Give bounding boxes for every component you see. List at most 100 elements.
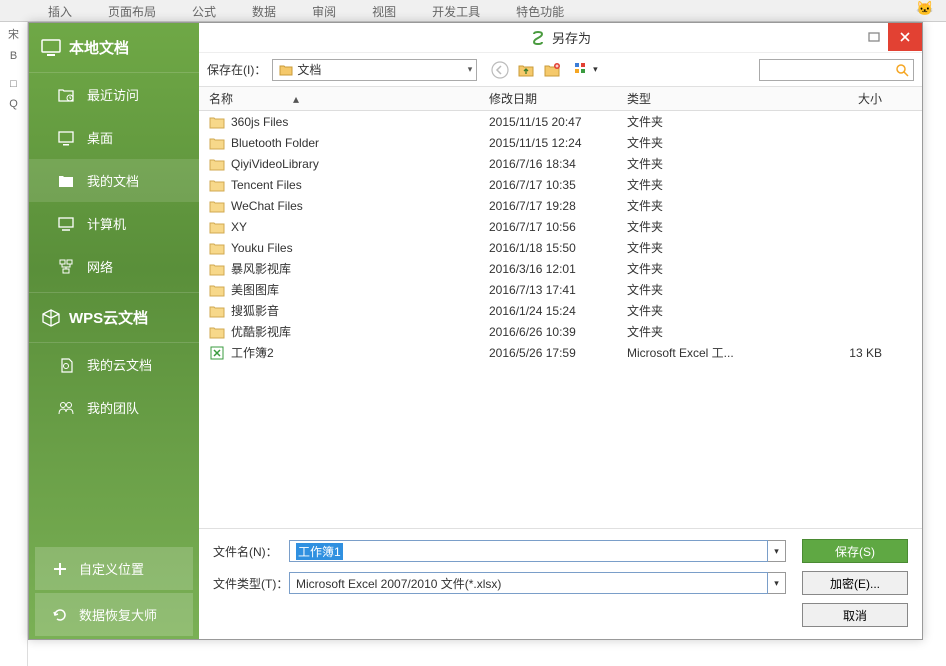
cube-icon bbox=[41, 309, 61, 327]
file-type: 文件夹 bbox=[627, 197, 757, 214]
sidebar-item-refresh[interactable]: 数据恢复大师 bbox=[35, 593, 193, 636]
folder-icon bbox=[209, 219, 225, 235]
file-row[interactable]: 搜狐影音2016/1/24 15:24文件夹 bbox=[199, 300, 922, 321]
ribbon-tab[interactable]: 页面布局 bbox=[90, 0, 174, 21]
search-input[interactable] bbox=[759, 59, 914, 81]
sidebar-item-cloud-doc[interactable]: 我的云文档 bbox=[29, 343, 199, 386]
save-in-label: 保存在(I)： bbox=[207, 61, 266, 78]
file-size: 13 KB bbox=[757, 346, 922, 360]
sidebar-item-label: 我的团队 bbox=[87, 398, 139, 417]
file-row[interactable]: 工作簿22016/5/26 17:59Microsoft Excel 工...1… bbox=[199, 342, 922, 363]
ribbon-tab[interactable]: 公式 bbox=[174, 0, 234, 21]
folder-icon bbox=[279, 64, 293, 76]
file-name: Tencent Files bbox=[231, 178, 489, 192]
folder-icon bbox=[209, 198, 225, 214]
file-row[interactable]: 优酷影视库2016/6/26 10:39文件夹 bbox=[199, 321, 922, 342]
col-type-header[interactable]: 类型 bbox=[627, 90, 757, 107]
file-row[interactable]: 360js Files2015/11/15 20:47文件夹 bbox=[199, 111, 922, 132]
file-name: XY bbox=[231, 220, 489, 234]
file-type: 文件夹 bbox=[627, 260, 757, 277]
file-type: 文件夹 bbox=[627, 113, 757, 130]
file-type: 文件夹 bbox=[627, 134, 757, 151]
file-row[interactable]: 美图图库2016/7/13 17:41文件夹 bbox=[199, 279, 922, 300]
filetype-dropdown[interactable]: ▾ bbox=[768, 572, 786, 594]
ribbon-tab[interactable]: 特色功能 bbox=[498, 0, 582, 21]
file-row[interactable]: 暴风影视库2016/3/16 12:01文件夹 bbox=[199, 258, 922, 279]
sidebar-item-network[interactable]: 网络 bbox=[29, 245, 199, 288]
file-date: 2015/11/15 12:24 bbox=[489, 136, 627, 150]
file-name: 工作簿2 bbox=[231, 344, 489, 361]
filename-label: 文件名(N)： bbox=[213, 543, 289, 560]
file-name: QiyiVideoLibrary bbox=[231, 157, 489, 171]
sidebar-item-label: 自定义位置 bbox=[79, 559, 144, 578]
file-row[interactable]: Bluetooth Folder2015/11/15 12:24文件夹 bbox=[199, 132, 922, 153]
ribbon-tab[interactable]: 审阅 bbox=[294, 0, 354, 21]
col-date-header[interactable]: 修改日期 bbox=[489, 90, 627, 107]
ribbon-tabs: 插入页面布局公式数据审阅视图开发工具特色功能 bbox=[0, 0, 946, 22]
decor-cat: 🐱 bbox=[916, 0, 946, 22]
file-list: 360js Files2015/11/15 20:47文件夹Bluetooth … bbox=[199, 111, 922, 528]
sidebar-item-desktop[interactable]: 桌面 bbox=[29, 116, 199, 159]
sidebar-item-plus[interactable]: 自定义位置 bbox=[35, 547, 193, 590]
location-select[interactable]: 文档 ▾ bbox=[272, 59, 477, 81]
dialog-main: 另存为 保存在(I)： 文档 ▾ bbox=[199, 23, 922, 639]
close-button[interactable] bbox=[888, 23, 922, 51]
ribbon-tab[interactable]: 数据 bbox=[234, 0, 294, 21]
sidebar-item-recent[interactable]: 最近访问 bbox=[29, 73, 199, 116]
sidebar-header-cloud: WPS云文档 bbox=[29, 292, 199, 343]
up-folder-button[interactable] bbox=[514, 58, 538, 82]
file-row[interactable]: QiyiVideoLibrary2016/7/16 18:34文件夹 bbox=[199, 153, 922, 174]
file-row[interactable]: Youku Files2016/1/18 15:50文件夹 bbox=[199, 237, 922, 258]
ribbon-tab[interactable]: 开发工具 bbox=[414, 0, 498, 21]
sidebar-header2-label: WPS云文档 bbox=[69, 307, 148, 328]
col-name-header[interactable]: 名称 ▴ bbox=[199, 90, 489, 107]
file-row[interactable]: WeChat Files2016/7/17 19:28文件夹 bbox=[199, 195, 922, 216]
view-mode-button[interactable]: ▾ bbox=[567, 59, 605, 81]
maximize-button[interactable] bbox=[860, 23, 888, 51]
sort-asc-icon: ▴ bbox=[293, 92, 299, 106]
sidebar-item-computer[interactable]: 计算机 bbox=[29, 202, 199, 245]
file-name: Youku Files bbox=[231, 241, 489, 255]
file-date: 2016/1/18 15:50 bbox=[489, 241, 627, 255]
file-name: 360js Files bbox=[231, 115, 489, 129]
sidebar-header-label: 本地文档 bbox=[69, 37, 129, 58]
folder-icon bbox=[209, 240, 225, 256]
filename-dropdown[interactable]: ▾ bbox=[768, 540, 786, 562]
file-row[interactable]: Tencent Files2016/7/17 10:35文件夹 bbox=[199, 174, 922, 195]
encrypt-button[interactable]: 加密(E)... bbox=[802, 571, 908, 595]
file-type: 文件夹 bbox=[627, 176, 757, 193]
file-type: 文件夹 bbox=[627, 155, 757, 172]
col-size-header[interactable]: 大小 bbox=[757, 90, 922, 107]
list-header: 名称 ▴ 修改日期 类型 大小 bbox=[199, 87, 922, 111]
back-button[interactable] bbox=[488, 58, 512, 82]
file-type: 文件夹 bbox=[627, 218, 757, 235]
file-type: Microsoft Excel 工... bbox=[627, 344, 757, 361]
file-name: 暴风影视库 bbox=[231, 260, 489, 277]
sidebar-item-label: 我的文档 bbox=[87, 171, 139, 190]
ribbon-tab[interactable]: 插入 bbox=[30, 0, 90, 21]
file-row[interactable]: XY2016/7/17 10:56文件夹 bbox=[199, 216, 922, 237]
view-grid-icon bbox=[575, 63, 591, 77]
file-type: 文件夹 bbox=[627, 239, 757, 256]
sidebar-item-team[interactable]: 我的团队 bbox=[29, 386, 199, 429]
save-button[interactable]: 保存(S) bbox=[802, 539, 908, 563]
file-type: 文件夹 bbox=[627, 302, 757, 319]
sidebar-item-label: 数据恢复大师 bbox=[79, 605, 157, 624]
file-name: 搜狐影音 bbox=[231, 302, 489, 319]
search-icon bbox=[895, 63, 909, 77]
ribbon-tab[interactable]: 视图 bbox=[354, 0, 414, 21]
sidebar-item-folder[interactable]: 我的文档 bbox=[29, 159, 199, 202]
filename-input[interactable]: 工作簿1 bbox=[289, 540, 768, 562]
file-name: 优酷影视库 bbox=[231, 323, 489, 340]
cancel-button[interactable]: 取消 bbox=[802, 603, 908, 627]
file-date: 2016/6/26 10:39 bbox=[489, 325, 627, 339]
up-folder-icon bbox=[517, 62, 535, 78]
new-folder-button[interactable] bbox=[540, 58, 564, 82]
computer-icon bbox=[57, 215, 75, 233]
sidebar: 本地文档 最近访问桌面我的文档计算机网络 WPS云文档 我的云文档我的团队 自定… bbox=[29, 23, 199, 639]
file-name: 美图图库 bbox=[231, 281, 489, 298]
folder-icon bbox=[209, 135, 225, 151]
network-icon bbox=[57, 258, 75, 276]
filetype-select[interactable]: Microsoft Excel 2007/2010 文件(*.xlsx) bbox=[289, 572, 768, 594]
folder-icon bbox=[209, 114, 225, 130]
